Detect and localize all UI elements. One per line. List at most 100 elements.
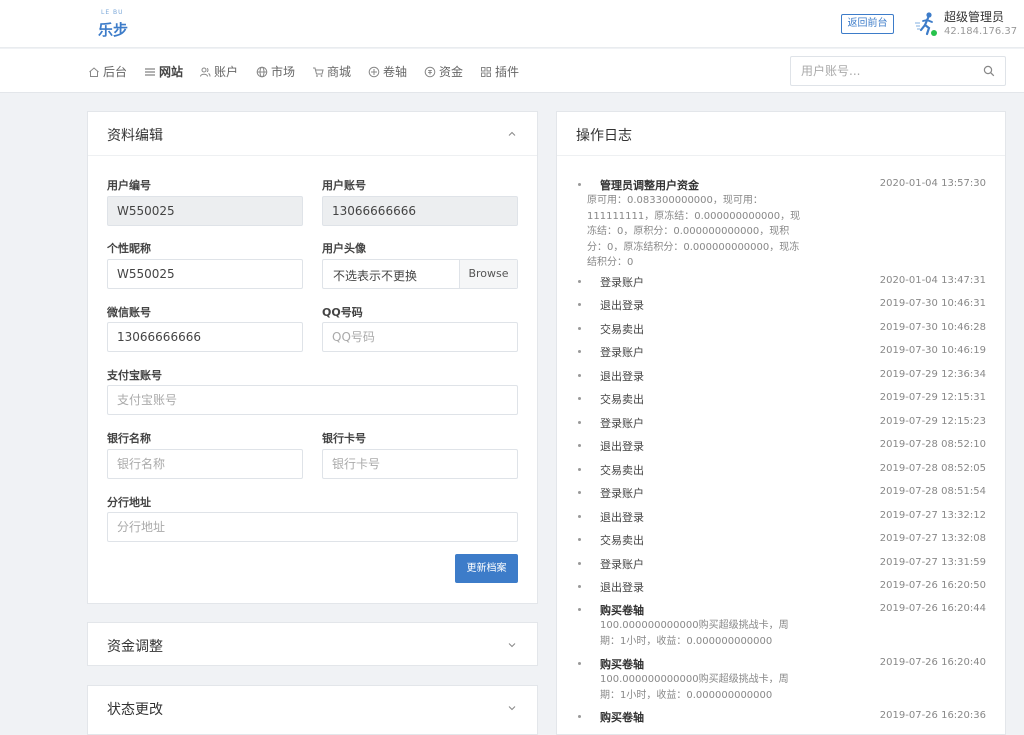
log-time: 2019-07-30 10:46:31 (879, 298, 986, 309)
bullet-dot (578, 444, 581, 447)
avatar-file-input[interactable]: 不选表示不更换 Browse (322, 259, 518, 289)
home-icon (89, 66, 99, 77)
coin-icon (424, 66, 436, 77)
nav-label: 插件 (495, 65, 520, 79)
log-time: 2020-01-04 13:47:31 (879, 275, 986, 286)
grid-icon (481, 66, 491, 77)
log-title: 交易卖出 (600, 534, 644, 547)
bullet-dot (578, 421, 581, 424)
wechat-field[interactable]: 13066666666 (107, 322, 303, 352)
log-title: 退出登录 (600, 299, 644, 312)
nav-item-plugins[interactable]: 插件 (480, 63, 519, 80)
alipay-field[interactable]: 支付宝账号 (107, 385, 518, 415)
log-time: 2019-07-26 16:20:44 (879, 603, 986, 614)
card-title: 资金调整 (107, 639, 163, 655)
nav-item-scroll[interactable]: 卷轴 (368, 63, 407, 80)
log-title: 登录账户 (600, 487, 644, 500)
bullet-dot (578, 538, 581, 541)
log-title: 购买卷轴 (600, 711, 644, 724)
bank-name-field[interactable]: 银行名称 (107, 449, 303, 479)
users-icon (200, 67, 211, 77)
nav-item-website[interactable]: 网站 (144, 63, 183, 80)
bank-card-field[interactable]: 银行卡号 (322, 449, 518, 479)
log-time: 2019-07-26 16:20:36 (879, 710, 986, 721)
branch-label: 分行地址 (107, 496, 151, 509)
log-title: 退出登录 (600, 370, 644, 383)
profile-card-header[interactable]: 资料编辑 (88, 112, 537, 156)
admin-name[interactable]: 超级管理员 (944, 8, 1004, 25)
nav-item-funds[interactable]: 资金 (424, 63, 463, 80)
admin-ip: 42.184.176.37 (944, 26, 1018, 37)
log-time: 2019-07-29 12:15:31 (879, 392, 986, 403)
back-to-frontend-button[interactable]: 返回前台 (841, 14, 894, 34)
log-time: 2020-01-04 13:57:30 (879, 178, 986, 189)
log-time: 2019-07-30 10:46:28 (879, 322, 986, 333)
log-title: 交易卖出 (600, 323, 644, 336)
chevron-down-icon[interactable] (507, 640, 517, 650)
bullet-dot (578, 715, 581, 718)
log-title: 购买卷轴 (600, 658, 644, 671)
bullet-dot (578, 397, 581, 400)
user-search-input[interactable] (791, 57, 971, 85)
log-title: 购买卷轴 (600, 604, 644, 617)
log-title: 登录账户 (600, 417, 644, 430)
bullet-dot (578, 303, 581, 306)
browse-button[interactable]: Browse (459, 260, 517, 288)
bullet-dot (578, 491, 581, 494)
branch-field[interactable]: 分行地址 (107, 512, 518, 542)
nav-item-backend[interactable]: 后台 (88, 63, 127, 80)
account-label: 用户账号 (322, 179, 366, 192)
log-time: 2019-07-27 13:32:12 (879, 510, 986, 521)
avatar-label: 用户头像 (322, 242, 366, 255)
log-title: 退出登录 (600, 581, 644, 594)
funds-adjust-card[interactable]: 资金调整 (87, 622, 538, 666)
log-time: 2019-07-26 16:20:40 (879, 657, 986, 668)
nickname-field[interactable]: W550025 (107, 259, 303, 289)
nav-label: 卷轴 (383, 65, 408, 79)
log-title: 交易卖出 (600, 393, 644, 406)
chevron-up-icon[interactable] (507, 129, 517, 139)
log-time: 2019-07-26 16:20:50 (879, 580, 986, 591)
log-time: 2019-07-28 08:51:54 (879, 486, 986, 497)
bank-name-label: 银行名称 (107, 432, 151, 445)
nav-item-mall[interactable]: 商城 (312, 63, 351, 80)
admin-runner-icon (915, 12, 937, 36)
user-search-box (790, 56, 1006, 86)
site-logo[interactable]: LE BU 乐步 (98, 9, 130, 39)
globe-icon (256, 66, 268, 77)
bullet-dot (578, 585, 581, 588)
bullet-dot (578, 327, 581, 330)
nav-item-accounts[interactable]: 账户 (199, 63, 238, 80)
operation-log-card: 操作日志 管理员调整用户资金 2020-01-04 13:57:30 原可用：0… (556, 111, 1006, 735)
log-title: 登录账户 (600, 558, 644, 571)
nav-label: 市场 (271, 65, 296, 79)
account-field: 13066666666 (322, 196, 518, 226)
logo-sup-text: LE BU (101, 9, 124, 16)
log-title: 交易卖出 (600, 464, 644, 477)
update-profile-button[interactable]: 更新档案 (455, 554, 518, 583)
bullet-dot (578, 562, 581, 565)
search-icon[interactable] (983, 65, 995, 77)
nav-item-market[interactable]: 市场 (256, 63, 295, 80)
log-time: 2019-07-27 13:31:59 (879, 557, 986, 568)
card-title: 状态更改 (107, 702, 163, 718)
log-detail: 原可用：0.083300000000，现可用：111111111，原冻结：0.0… (587, 195, 801, 268)
log-time: 2019-07-27 13:32:08 (879, 533, 986, 544)
card-title: 操作日志 (576, 128, 632, 144)
bullet-dot (578, 350, 581, 353)
logo-text: 乐步 (98, 21, 129, 39)
bullet-dot (578, 515, 581, 518)
bullet-dot (578, 468, 581, 471)
bullet-dot (578, 183, 581, 186)
nickname-label: 个性昵称 (107, 242, 151, 255)
log-time: 2019-07-28 08:52:05 (879, 463, 986, 474)
nav-label: 账户 (214, 65, 239, 79)
log-title: 管理员调整用户资金 (600, 179, 699, 192)
qq-field[interactable]: QQ号码 (322, 322, 518, 352)
status-change-card[interactable]: 状态更改 (87, 685, 538, 735)
log-detail: 100.000000000000购买超级挑战卡，周期：1小时，收益：0.0000… (600, 620, 789, 647)
bullet-dot (578, 374, 581, 377)
log-time: 2019-07-30 10:46:19 (879, 345, 986, 356)
chevron-down-icon[interactable] (507, 703, 517, 713)
nav-label: 资金 (439, 65, 464, 79)
